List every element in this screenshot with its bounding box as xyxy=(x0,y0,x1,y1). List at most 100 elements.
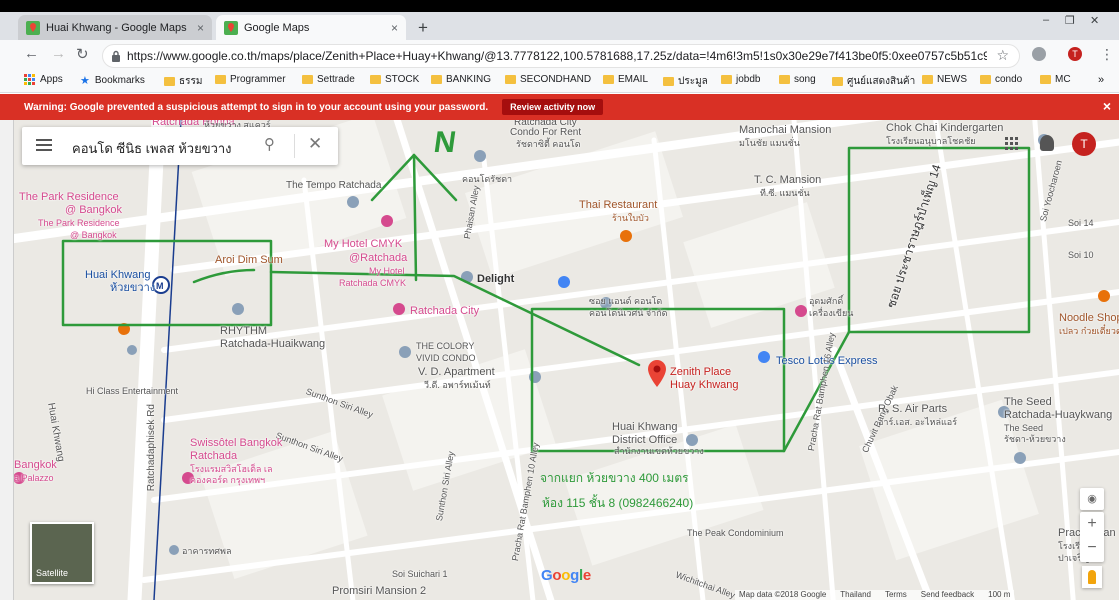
folder-icon xyxy=(302,75,313,84)
search-icon[interactable]: ⚲ xyxy=(264,135,275,153)
tab-huai-khwang[interactable]: Huai Khwang - Google Maps × xyxy=(18,15,212,40)
label-swissotel[interactable]: Swissôtel Bangkok xyxy=(190,438,282,449)
bookmark-folder[interactable]: condo xyxy=(980,74,1022,85)
label-tc-mansion-th: ที.ซี. แมนชั่น xyxy=(760,188,810,198)
reload-icon[interactable]: ↻ xyxy=(76,45,89,63)
hamburger-menu-icon[interactable] xyxy=(36,139,52,151)
label-condo-for-rent[interactable]: Condo For Rent xyxy=(510,127,581,138)
clear-icon[interactable]: ✕ xyxy=(308,134,322,154)
send-feedback-link[interactable]: Send feedback xyxy=(921,590,974,600)
bookmark-label: BANKING xyxy=(446,74,492,85)
label-thai-restaurant[interactable]: Thai Restaurant xyxy=(579,200,657,211)
label-condo-and[interactable]: ซอย แอนด์ คอนโด xyxy=(589,296,662,307)
label-rs-air-parts[interactable]: R. S. Air Parts xyxy=(878,404,947,415)
bookmark-folder[interactable]: ธรรม xyxy=(164,74,202,89)
bookmark-folder[interactable]: STOCK xyxy=(370,74,419,85)
restore-button[interactable]: ❐ xyxy=(1065,14,1075,27)
bookmark-folder[interactable]: EMAIL xyxy=(603,74,648,85)
label-ratchada-city[interactable]: Ratchada City xyxy=(410,306,479,317)
satellite-toggle[interactable]: Satellite xyxy=(30,522,94,584)
bookmark-label: STOCK xyxy=(385,74,420,85)
bookmark-folder[interactable]: SECONDHAND xyxy=(505,74,591,85)
label-rhythm[interactable]: RHYTHM xyxy=(220,326,267,337)
account-avatar[interactable]: T xyxy=(1072,132,1096,156)
bookmark-label: Programmer xyxy=(230,74,286,85)
map-canvas[interactable]: M Ratchada Honpa ห้วยขวาง สแควร์ Ratchad… xyxy=(14,120,1119,600)
review-activity-button[interactable]: Review activity now xyxy=(502,99,604,115)
label-vd-apartment[interactable]: V. D. Apartment xyxy=(418,367,495,378)
apps-grid-icon xyxy=(24,74,35,85)
label-artsed[interactable]: อาคารทศพล xyxy=(182,546,231,557)
bookmark-folder[interactable]: song xyxy=(779,74,816,85)
label-chokchai-kindergarten[interactable]: Chok Chai Kindergarten xyxy=(886,123,1003,134)
label-bangkok[interactable]: Bangkok xyxy=(14,460,57,471)
label-huai-khwang-station[interactable]: Huai Khwang xyxy=(85,270,150,281)
address-bar[interactable]: https://www.google.co.th/maps/place/Zeni… xyxy=(102,44,1020,68)
bookmark-star-icon[interactable]: ☆ xyxy=(996,47,1009,64)
label-zenith-place[interactable]: Zenith Place xyxy=(670,367,731,378)
bookmark-folder[interactable]: BANKING xyxy=(431,74,491,85)
label-peak-condominium[interactable]: The Peak Condominium xyxy=(687,528,784,539)
bookmark-folder[interactable]: Settrade xyxy=(302,74,355,85)
note-room: ห้อง 115 ชั้น 8 (0982466240) xyxy=(542,496,694,510)
tab-close-icon[interactable]: × xyxy=(391,21,398,35)
chrome-menu-icon[interactable]: ⋮ xyxy=(1100,46,1114,63)
lock-icon xyxy=(112,50,120,62)
terms-link[interactable]: Terms xyxy=(885,590,907,600)
window-close-button[interactable]: ✕ xyxy=(1090,14,1099,27)
notifications-icon[interactable] xyxy=(1040,135,1054,151)
scale-bar[interactable]: 100 m xyxy=(988,590,1010,600)
profile-avatar[interactable]: T xyxy=(1068,47,1082,61)
zoom-out-button[interactable]: − xyxy=(1080,536,1104,560)
label-manochai-mansion[interactable]: Manochai Mansion xyxy=(739,125,831,136)
folder-icon xyxy=(164,77,175,86)
label-colory[interactable]: THE COLORY xyxy=(416,341,474,352)
minimize-button[interactable]: – xyxy=(1043,14,1049,26)
search-input[interactable]: คอนโด ซีนิธ เพลส ห้วยขวาง xyxy=(72,138,232,159)
tab-google-maps[interactable]: Google Maps × xyxy=(216,15,406,40)
tab-close-icon[interactable]: × xyxy=(197,21,204,35)
bookmark-apps[interactable]: Apps xyxy=(24,74,63,85)
zoom-controls: + − xyxy=(1080,512,1104,562)
label-udomsuk[interactable]: อุดมศักดิ์ xyxy=(809,296,843,307)
bookmark-folder[interactable]: Programmer xyxy=(215,74,286,85)
more-bookmarks-icon[interactable]: » xyxy=(1098,74,1104,86)
label-hi-class[interactable]: Hi Class Entertainment xyxy=(86,386,178,397)
label-delight[interactable]: Delight xyxy=(477,274,514,285)
bookmark-folder[interactable]: ประมูล xyxy=(663,74,708,89)
label-the-seed[interactable]: The Seed xyxy=(1004,397,1052,408)
label-tc-mansion[interactable]: T. C. Mansion xyxy=(754,175,821,186)
warning-close-icon[interactable]: × xyxy=(1103,98,1111,114)
my-location-icon[interactable]: ◉ xyxy=(1080,488,1104,510)
label-chokchai-th: โรงเรียนอนุบาลโชคชัย xyxy=(886,136,976,146)
bookmark-folder[interactable]: NEWS xyxy=(922,74,967,85)
maps-search-box[interactable]: คอนโด ซีนิธ เพลส ห้วยขวาง ⚲ ✕ xyxy=(22,127,338,165)
label-soi-10: Soi 10 xyxy=(1068,250,1094,260)
label-aroi-dim-sum[interactable]: Aroi Dim Sum xyxy=(215,255,283,266)
new-tab-button[interactable]: + xyxy=(418,18,428,38)
google-logo: Google xyxy=(541,567,591,584)
back-arrow-icon[interactable]: ← xyxy=(24,45,39,62)
pegman-icon[interactable] xyxy=(1082,566,1102,588)
region-link[interactable]: Thailand xyxy=(840,590,871,600)
label-condo-ratchada-th: คอนโดรัชดา xyxy=(462,174,513,184)
bookmark-folder[interactable]: ศูนย์แสดงสินค้า xyxy=(832,74,915,89)
maps-favicon-icon xyxy=(224,20,238,35)
label-promsiri-mansion[interactable]: Promsiri Mansion 2 xyxy=(332,586,426,597)
label-district-office[interactable]: Huai Khwang xyxy=(612,422,677,433)
label-noodle-shop-th: เปลว ก๋วยเตี๋ยวต xyxy=(1059,326,1119,336)
google-apps-icon[interactable] xyxy=(1005,137,1019,151)
extension-icon[interactable] xyxy=(1032,47,1046,61)
bookmark-folder[interactable]: jobdb xyxy=(721,74,760,85)
label-tempo-ratchada[interactable]: The Tempo Ratchada xyxy=(286,180,381,191)
map-footer: Map data ©2018 Google Thailand Terms Sen… xyxy=(735,590,1015,600)
label-park-residence[interactable]: The Park Residence xyxy=(19,192,119,203)
bookmark-bookmarks[interactable]: ★ Bookmarks xyxy=(80,74,145,87)
label-noodle-shop[interactable]: Noodle Shop xyxy=(1059,313,1119,324)
label-my-hotel-cmyk[interactable]: My Hotel CMYK xyxy=(324,239,402,250)
folder-icon xyxy=(922,75,933,84)
bookmark-folder[interactable]: MC xyxy=(1040,74,1071,85)
forward-arrow-icon[interactable]: → xyxy=(51,45,66,62)
bookmark-label: Settrade xyxy=(317,74,355,85)
zoom-in-button[interactable]: + xyxy=(1080,512,1104,536)
